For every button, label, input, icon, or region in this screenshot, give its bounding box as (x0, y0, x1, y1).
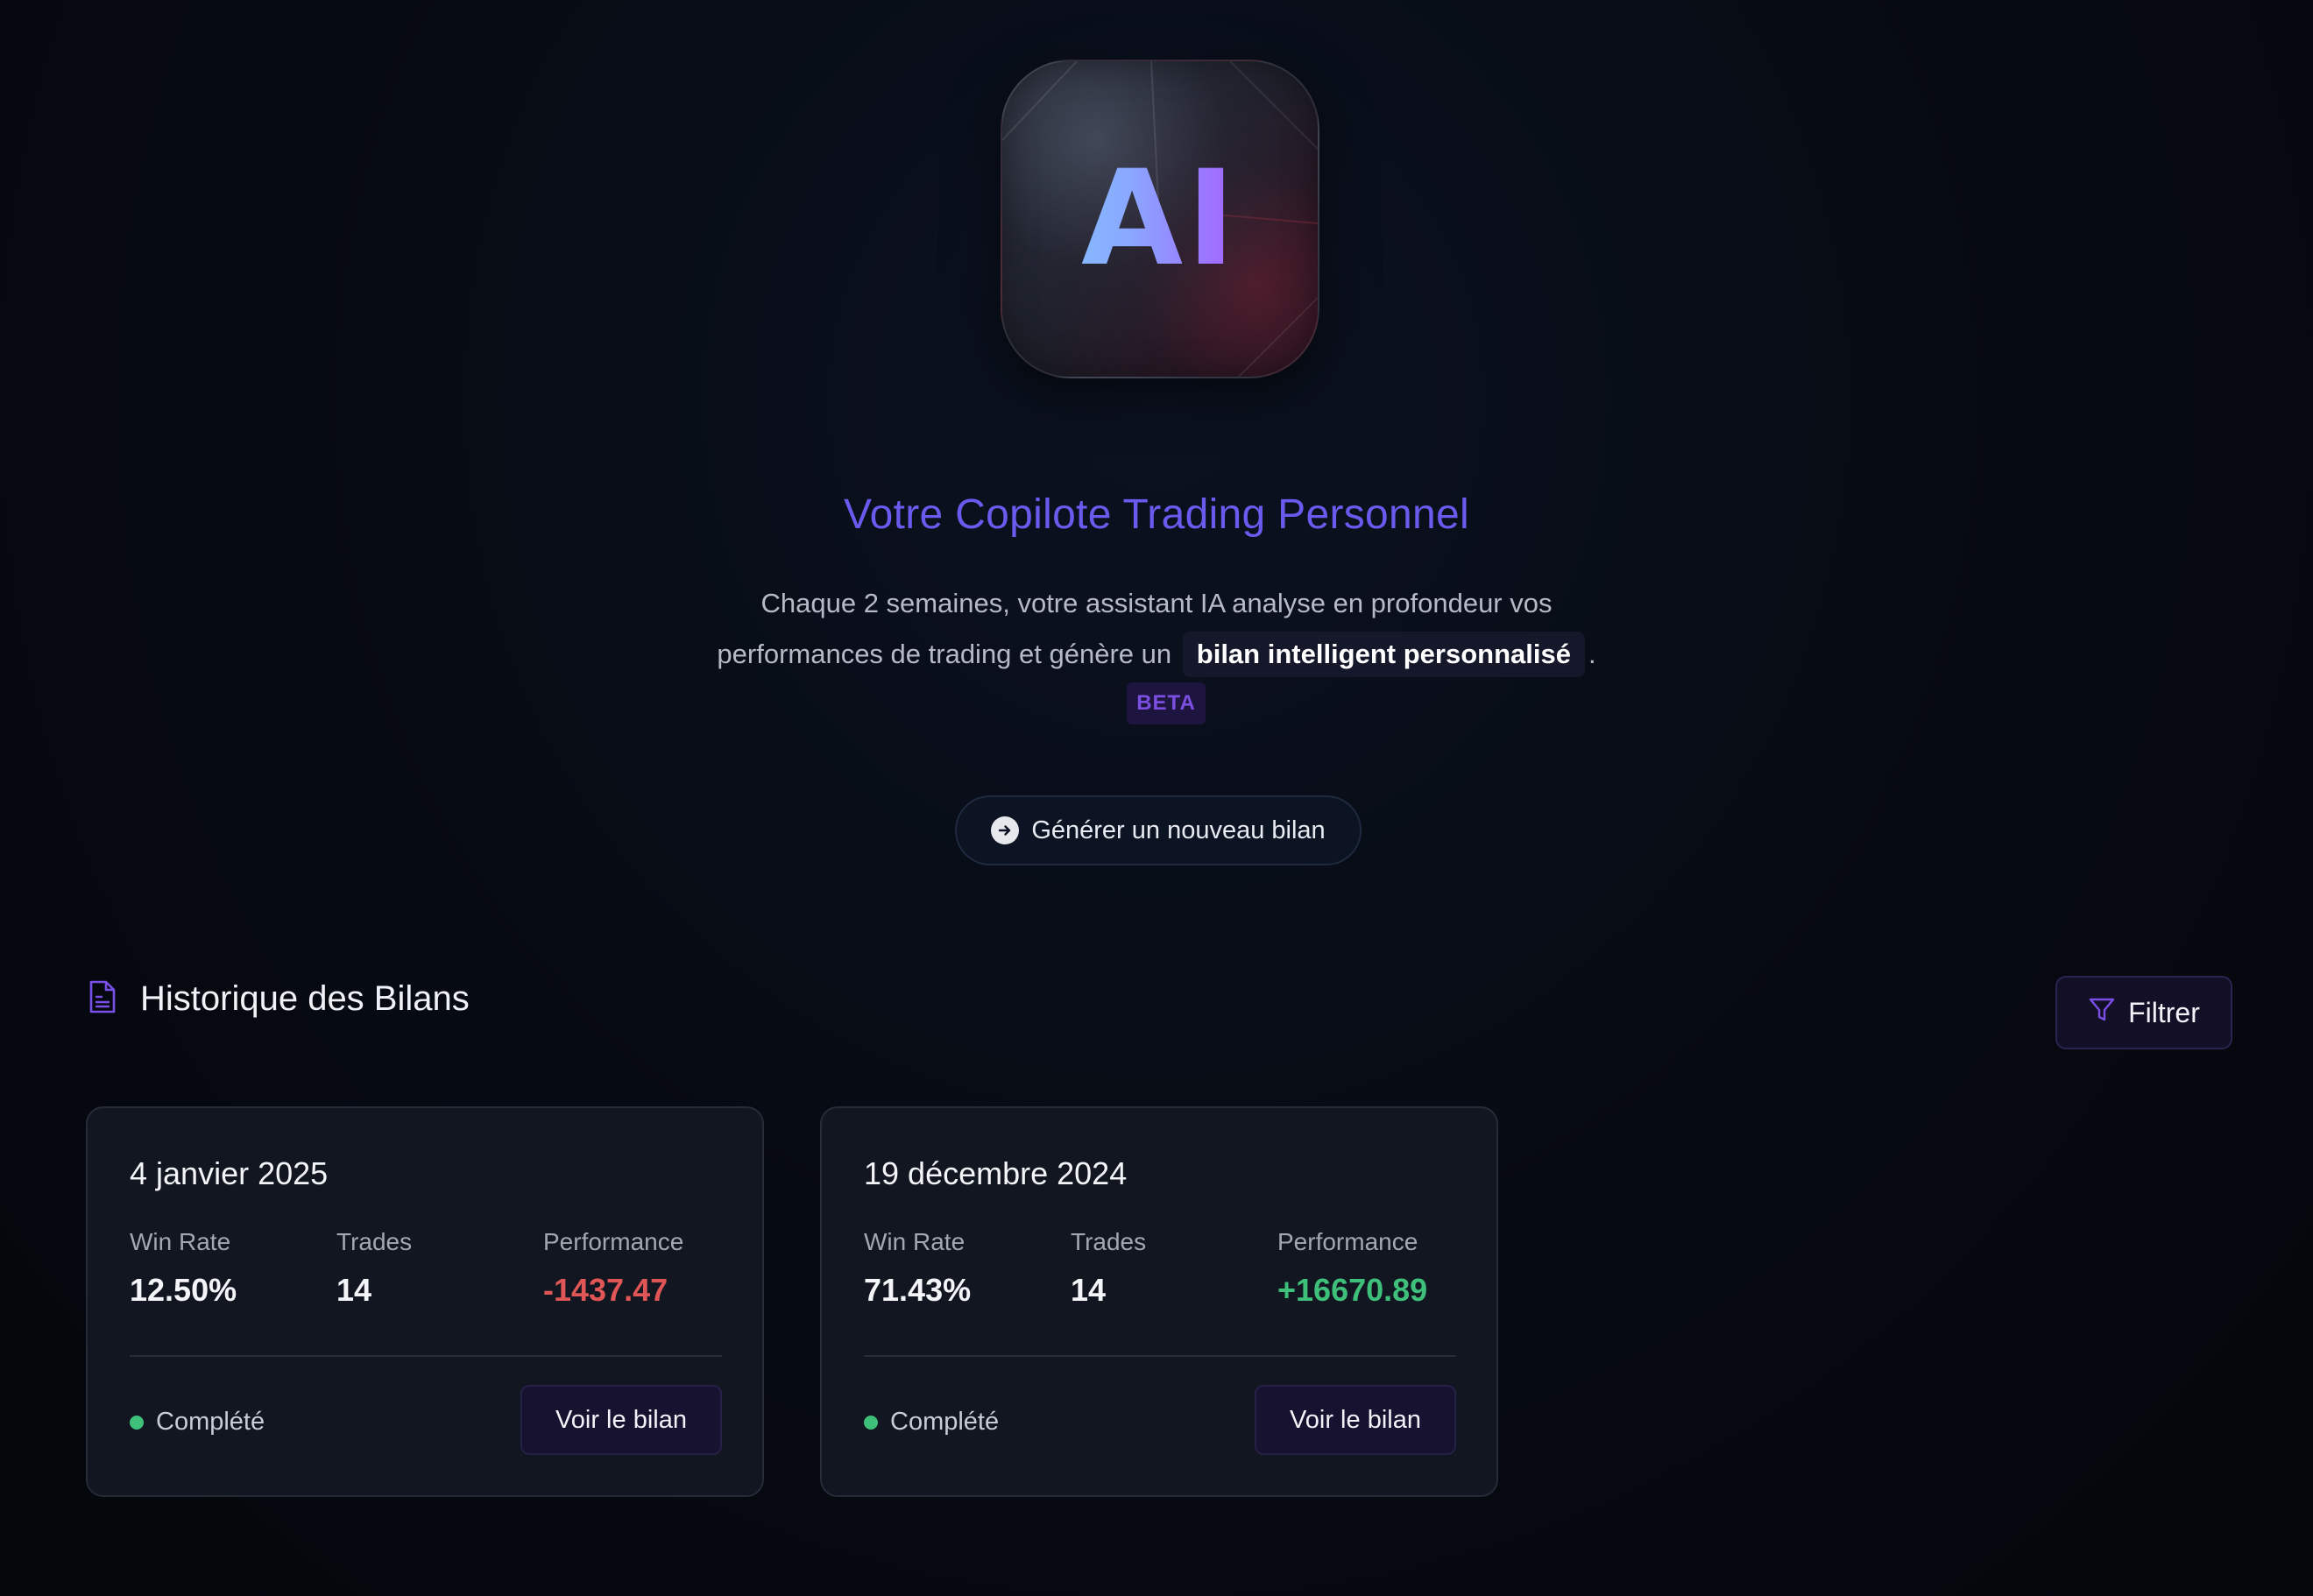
trades-label: Trades (1071, 1228, 1147, 1255)
card-divider (130, 1355, 722, 1357)
arrow-right-circle-icon (991, 816, 1020, 844)
performance-stat: Performance +16670.89 (1277, 1228, 1427, 1309)
card-divider (864, 1355, 1456, 1357)
hero-description: Chaque 2 semaines, votre assistant IA an… (675, 578, 1638, 680)
report-card: 19 décembre 2024 Win Rate 71.43% Trades … (820, 1106, 1498, 1497)
performance-value: +16670.89 (1277, 1272, 1428, 1308)
trades-stat: Trades 14 (336, 1228, 412, 1309)
status-dot (130, 1415, 144, 1430)
trades-value: 14 (1071, 1272, 1107, 1308)
page-title: Votre Copilote Trading Personnel (843, 491, 1470, 538)
beta-badge: BETA (1127, 682, 1206, 724)
generate-report-label: Générer un nouveau bilan (1031, 816, 1326, 844)
view-report-button[interactable]: Voir le bilan (1255, 1385, 1456, 1455)
status-label: Complété (156, 1408, 265, 1436)
performance-label: Performance (1277, 1228, 1418, 1255)
performance-value: -1437.47 (543, 1272, 668, 1308)
view-report-button[interactable]: Voir le bilan (520, 1385, 722, 1455)
performance-stat: Performance -1437.47 (543, 1228, 683, 1309)
trades-stat: Trades 14 (1071, 1228, 1146, 1309)
history-header: Historique des Bilans (88, 979, 470, 1019)
status-label: Complété (890, 1408, 1000, 1436)
filter-button[interactable]: Filtrer (2055, 976, 2232, 1049)
win-rate-label: Win Rate (864, 1228, 966, 1255)
generate-report-button[interactable]: Générer un nouveau bilan (955, 795, 1362, 865)
status-indicator: Complété (130, 1408, 265, 1437)
win-rate-stat: Win Rate 71.43% (864, 1228, 971, 1309)
trades-label: Trades (336, 1228, 413, 1255)
status-indicator: Complété (864, 1408, 999, 1437)
hero-description-end: . (1588, 639, 1596, 669)
win-rate-stat: Win Rate 12.50% (130, 1228, 237, 1309)
performance-label: Performance (543, 1228, 684, 1255)
report-date: 4 janvier 2025 (130, 1155, 329, 1191)
ai-logo-tile: AI (1001, 60, 1319, 378)
history-title: Historique des Bilans (140, 979, 470, 1018)
hero-description-highlight: bilan intelligent personnalisé (1182, 632, 1585, 677)
report-date: 19 décembre 2024 (864, 1155, 1128, 1191)
report-card: 4 janvier 2025 Win Rate 12.50% Trades 14… (86, 1106, 764, 1497)
win-rate-value: 71.43% (864, 1272, 972, 1308)
status-dot (864, 1415, 878, 1430)
trades-value: 14 (336, 1272, 372, 1308)
filter-funnel-icon (2088, 995, 2116, 1030)
filter-label: Filtrer (2128, 996, 2200, 1028)
win-rate-label: Win Rate (130, 1228, 231, 1255)
document-icon (88, 979, 117, 1019)
ai-logo: AI (948, 7, 1369, 427)
win-rate-value: 12.50% (130, 1272, 237, 1308)
ai-logo-text: AI (1002, 61, 1318, 377)
